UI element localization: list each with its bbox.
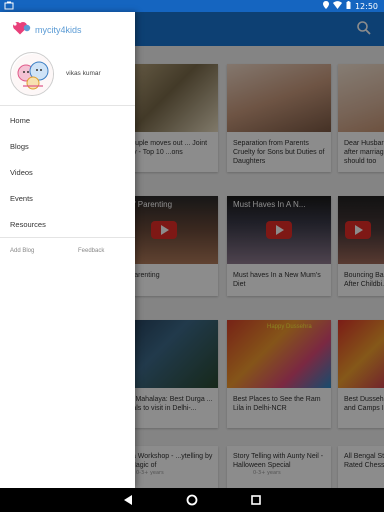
home-icon[interactable] [184, 492, 200, 508]
wifi-icon [332, 1, 342, 11]
heart-logo-icon [10, 20, 32, 39]
notification-icon [4, 1, 14, 12]
menu-item-home[interactable]: Home [0, 108, 135, 134]
app-logo: mycity4kids [10, 20, 82, 39]
menu-item-blogs[interactable]: Blogs [0, 134, 135, 160]
divider [0, 237, 135, 238]
add-blog-link[interactable]: Add Blog [10, 248, 34, 254]
status-bar: 12:50 [0, 0, 384, 12]
status-time: 12:50 [354, 1, 378, 11]
recents-icon[interactable] [248, 492, 264, 508]
user-profile[interactable]: vikas kumar [0, 50, 135, 106]
user-name: vikas kumar [66, 70, 101, 77]
feedback-link[interactable]: Feedback [78, 248, 104, 254]
menu-item-resources[interactable]: Resources [0, 212, 135, 238]
location-icon [322, 1, 329, 11]
system-nav-bar [0, 488, 384, 512]
logo-text: mycity4kids [35, 24, 82, 35]
avatar[interactable] [10, 52, 54, 96]
drawer-menu: Home Blogs Videos Events Resources [0, 108, 135, 238]
navigation-drawer: mycity4kids vikas kumar Home Blogs Video… [0, 12, 135, 488]
menu-item-videos[interactable]: Videos [0, 160, 135, 186]
battery-icon [346, 1, 351, 11]
screen: 12:50 ...a couple moves out ... Joint Fa… [0, 0, 384, 512]
menu-item-events[interactable]: Events [0, 186, 135, 212]
back-icon[interactable] [120, 492, 136, 508]
